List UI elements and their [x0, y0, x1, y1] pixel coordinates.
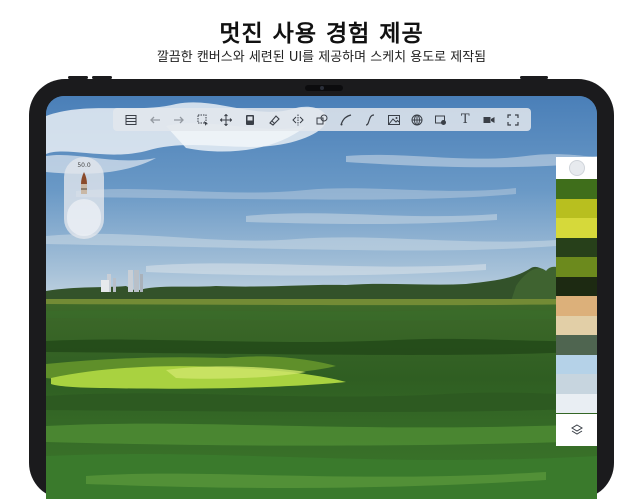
color-swatch[interactable]	[556, 276, 597, 296]
color-swatch[interactable]	[556, 198, 597, 218]
app-screen: T 50.0	[46, 96, 597, 499]
curve-icon[interactable]	[338, 112, 354, 128]
current-color-dot	[568, 160, 585, 176]
color-swatch[interactable]	[556, 179, 597, 199]
color-swatch[interactable]	[556, 374, 597, 394]
layers-button[interactable]	[556, 414, 597, 446]
page-subtitle: 깔끔한 캔버스와 세련된 UI를 제공하며 스케치 용도로 제작됨	[156, 50, 487, 65]
main-toolbar: T	[113, 108, 531, 131]
color-palette	[556, 157, 597, 447]
video-icon[interactable]	[481, 112, 497, 128]
tablet-frame: T 50.0	[29, 79, 614, 499]
drawing-canvas[interactable]	[46, 96, 597, 499]
layers-icon	[570, 424, 583, 435]
eraser-icon[interactable]	[266, 112, 282, 128]
brush-tip-icon[interactable]	[78, 172, 90, 196]
color-swatch[interactable]	[556, 257, 597, 277]
page-title: 멋진 사용 경험 제공	[219, 21, 424, 47]
shapes-icon[interactable]	[314, 112, 330, 128]
brush-opacity-well[interactable]	[67, 199, 101, 236]
color-swatch[interactable]	[556, 237, 597, 257]
brush-panel[interactable]: 50.0	[64, 157, 104, 239]
perspective-grid-icon[interactable]	[409, 112, 425, 128]
symmetry-icon[interactable]	[290, 112, 306, 128]
text-icon[interactable]: T	[457, 112, 473, 128]
image-icon[interactable]	[386, 112, 402, 128]
fullscreen-icon[interactable]	[505, 112, 521, 128]
color-swatch[interactable]	[556, 335, 597, 355]
selection-icon[interactable]	[195, 112, 211, 128]
camera	[305, 85, 343, 91]
color-swatch[interactable]	[556, 315, 597, 335]
move-icon[interactable]	[218, 112, 234, 128]
color-swatch[interactable]	[556, 296, 597, 316]
brush-size-label: 50.0	[77, 162, 91, 169]
redo-icon[interactable]	[171, 112, 187, 128]
stencil-icon[interactable]	[433, 112, 449, 128]
s-curve-icon[interactable]	[362, 112, 378, 128]
color-swatch[interactable]	[556, 393, 597, 413]
current-color-button[interactable]	[556, 157, 597, 179]
document-icon[interactable]	[242, 112, 258, 128]
layers-list-icon[interactable]	[123, 112, 139, 128]
color-swatch[interactable]	[556, 354, 597, 374]
toolbar-grabber[interactable]	[317, 100, 327, 115]
color-swatch[interactable]	[556, 218, 597, 238]
undo-icon[interactable]	[147, 112, 163, 128]
